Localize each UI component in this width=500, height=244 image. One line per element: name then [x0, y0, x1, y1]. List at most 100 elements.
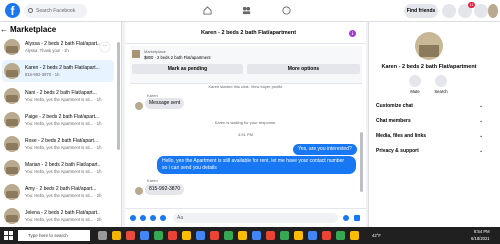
conversation-name: Nani - 2 beds 2 bath Flat/apart... [25, 90, 97, 96]
app-icon[interactable] [238, 231, 247, 240]
info-icon[interactable]: i [349, 30, 356, 37]
customize-chat-item[interactable]: Customize chat [376, 103, 413, 109]
weather-temperature[interactable]: 42°F [372, 233, 381, 238]
conversation-item[interactable]: Nani - 2 beds 2 bath Flat/apart... You: … [2, 85, 114, 107]
more-options-button[interactable]: More options [247, 64, 360, 74]
more-options-icon[interactable]: ··· [100, 42, 110, 52]
marketplace-sidebar: ← Marketplace Alyssa - 2 beds 2 bath Fla… [0, 22, 122, 227]
avatar [4, 184, 20, 200]
message-input[interactable]: Aa [173, 213, 338, 223]
clock-date[interactable]: 6/18/2021 [471, 236, 490, 241]
avatar [4, 63, 20, 79]
home-icon[interactable] [203, 6, 212, 15]
app-icon[interactable] [168, 231, 177, 240]
search-icon[interactable] [435, 75, 447, 87]
avatar [135, 102, 143, 110]
facebook-logo[interactable]: f [5, 3, 20, 18]
clock-time[interactable]: 8:54 PM [474, 229, 490, 234]
conversation-item[interactable]: Paige - 2 beds 2 bath Flat/apart... You:… [2, 109, 114, 131]
media-files-links-item[interactable]: Media, files and links [376, 133, 426, 139]
chat-panel: Karen - 2 beds 2 bath Flat/apartment i M… [125, 22, 366, 227]
conversation-preview: You: Hello, yes the Apartment is sti... … [25, 145, 102, 150]
windows-start-icon[interactable] [4, 231, 13, 240]
privacy-support-item[interactable]: Privacy & support [376, 148, 419, 154]
gaming-icon[interactable] [282, 6, 291, 15]
conversation-name: Rose - 2 beds 2 bath Flat/apart... [25, 138, 99, 144]
sidebar-scrollbar[interactable] [117, 42, 120, 150]
conversation-name: Alyssa - 2 beds 2 bath Flat/apart... [25, 41, 100, 47]
menu-icon[interactable] [442, 4, 456, 18]
avatar [4, 136, 20, 152]
app-icon[interactable] [266, 231, 275, 240]
conversation-item[interactable]: Amy - 2 beds 2 bath Flat/apart... You: H… [2, 181, 114, 203]
chat-title: Karen - 2 beds 2 bath Flat/apartment [201, 30, 297, 36]
avatar [4, 39, 20, 55]
conversation-preview: You: Hello, yes the Apartment is sti... … [25, 217, 102, 222]
groups-icon[interactable] [242, 6, 251, 15]
notifications-icon[interactable] [474, 4, 488, 18]
like-icon[interactable] [354, 215, 360, 221]
app-icon[interactable] [196, 231, 205, 240]
file-explorer-icon[interactable] [112, 231, 121, 240]
chevron-down-icon[interactable]: ⌄ [479, 103, 483, 109]
chat-members-item[interactable]: Chat members [376, 118, 411, 124]
app-icon[interactable] [252, 231, 261, 240]
app-icon[interactable] [224, 231, 233, 240]
conversation-name: Karen - 2 beds 2 bath Flat/apart... [25, 65, 100, 71]
app-icon[interactable] [322, 231, 331, 240]
back-arrow-icon[interactable]: ← [0, 25, 8, 34]
app-icon[interactable] [280, 231, 289, 240]
profile-avatar[interactable] [488, 4, 498, 18]
outgoing-message: Hello, yes the Apartment is still availa… [157, 156, 356, 174]
chevron-down-icon[interactable]: ⌄ [479, 133, 483, 139]
listing-description[interactable]: $800 · 2 beds 2 bath Flat/apartment [144, 55, 211, 60]
app-icon[interactable] [140, 231, 149, 240]
chevron-down-icon[interactable]: ⌄ [479, 148, 483, 154]
listing-source: Marketplace [144, 49, 166, 54]
chevron-down-icon[interactable]: ⌄ [479, 118, 483, 124]
conversation-item[interactable]: Jelena - 2 beds 2 bath Flat/apart... You… [2, 205, 114, 227]
conversation-item[interactable]: Alyssa - 2 beds 2 bath Flat/apart... Aly… [2, 36, 114, 58]
search-label: Search [434, 89, 448, 94]
conversation-item[interactable]: Marian - 2 beds 2 bath Flat/apart... You… [2, 157, 114, 179]
mark-as-pending-button[interactable]: Mark as pending [132, 64, 243, 74]
app-icon[interactable] [350, 231, 359, 240]
app-icon[interactable] [182, 231, 191, 240]
app-icon[interactable] [308, 231, 317, 240]
gif-icon[interactable] [160, 215, 166, 221]
app-icon[interactable] [154, 231, 163, 240]
timestamp: 4:51 PM [238, 132, 253, 137]
taskbar-search-input[interactable]: Type here to search [18, 230, 90, 241]
compose-bar: Aa [125, 208, 366, 227]
conversation-preview: You: Hello, yes the Apartment is sti... … [25, 193, 102, 198]
app-icon[interactable] [294, 231, 303, 240]
emoji-icon[interactable] [343, 215, 349, 221]
find-friends-button[interactable]: Find friends [404, 4, 438, 18]
conversation-details-panel: Karen - 2 beds 2 bath Flat/apartment Mut… [368, 22, 500, 227]
search-input[interactable]: Search Facebook [24, 4, 87, 18]
contact-avatar[interactable] [415, 32, 443, 60]
chat-header: Karen - 2 beds 2 bath Flat/apartment i [125, 22, 366, 44]
app-icon[interactable] [336, 231, 345, 240]
conversation-name: Paige - 2 beds 2 bath Flat/apart... [25, 114, 100, 120]
task-view-icon[interactable] [98, 231, 107, 240]
conversation-preview: You: Hello, yes the Apartment is sti... … [25, 169, 102, 174]
outgoing-message: Yes, are you interested? [293, 144, 357, 155]
chat-scrollbar[interactable] [360, 132, 363, 192]
app-icon[interactable] [126, 231, 135, 240]
conversation-name: Jelena - 2 beds 2 bath Flat/apart... [25, 210, 100, 216]
conversation-item[interactable]: Rose - 2 beds 2 bath Flat/apart... You: … [2, 133, 114, 155]
conversation-item-active[interactable]: Karen - 2 beds 2 bath Flat/apart... 815-… [2, 60, 114, 82]
sticker-icon[interactable] [150, 215, 156, 221]
incoming-message: Message sent [145, 98, 185, 109]
avatar [4, 112, 20, 128]
notification-badge: 11 [468, 2, 475, 8]
mute-bell-icon[interactable] [409, 75, 421, 87]
avatar [135, 187, 143, 195]
marketplace-title: Marketplace [10, 25, 57, 34]
app-icon[interactable] [210, 231, 219, 240]
add-icon[interactable] [130, 215, 136, 221]
avatar [4, 88, 20, 104]
photo-icon[interactable] [140, 215, 146, 221]
listing-thumbnail[interactable] [132, 50, 140, 58]
